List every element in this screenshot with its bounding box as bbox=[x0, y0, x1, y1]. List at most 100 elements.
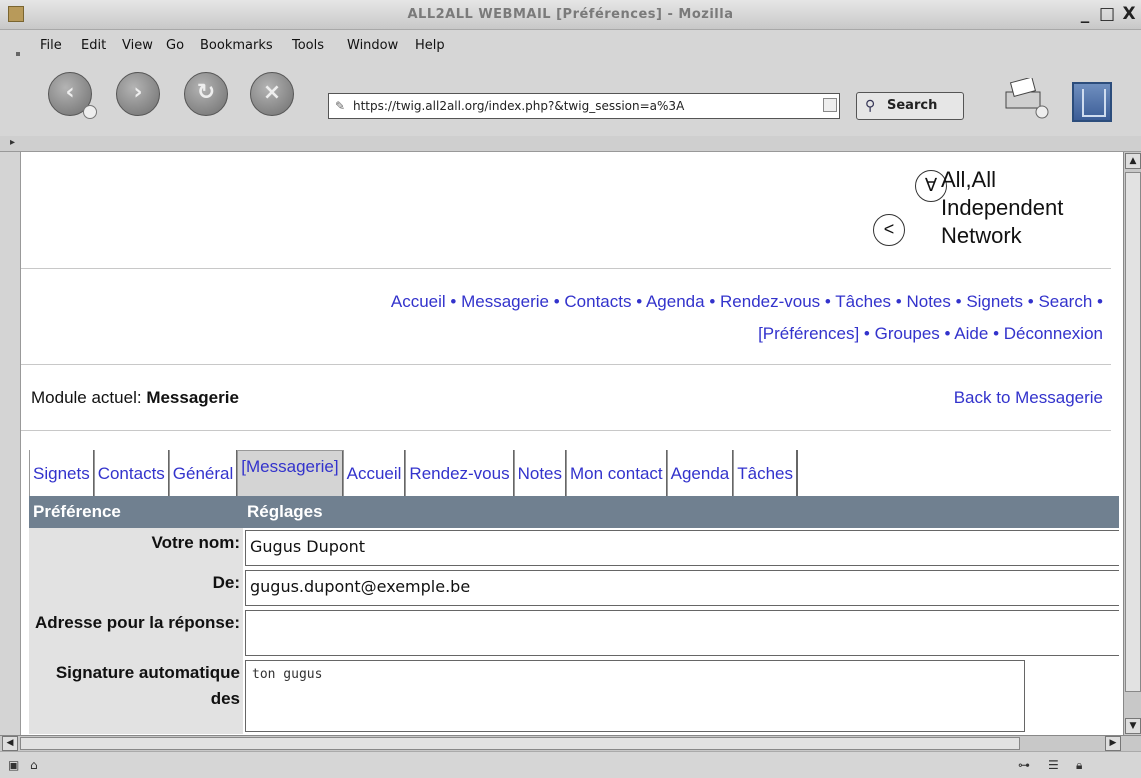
nav-link-search[interactable]: Search bbox=[1038, 292, 1092, 311]
nav-separator: • bbox=[1097, 292, 1103, 311]
nav-separator: • bbox=[450, 292, 457, 311]
window-titlebar: ALL2ALL WEBMAIL [Préférences] - Mozilla … bbox=[0, 0, 1141, 30]
secure-lock-icon[interactable]: 🔒︎ bbox=[1076, 758, 1082, 773]
menu-bookmarks[interactable]: Bookmarks bbox=[200, 38, 273, 53]
nav-link-groupes[interactable]: Groupes bbox=[875, 324, 940, 343]
page-content: ∀ < All,All Independent Network Accueil … bbox=[20, 152, 1123, 735]
back-dropdown-icon[interactable] bbox=[83, 105, 97, 119]
reload-icon[interactable]: ↻ bbox=[184, 72, 228, 116]
tab-signets[interactable]: Signets bbox=[29, 450, 95, 496]
back-arrow-icon[interactable]: ‹ bbox=[48, 72, 97, 119]
back-to-module-link[interactable]: Back to Messagerie bbox=[954, 388, 1103, 408]
vertical-scrollbar[interactable]: ▲ ▼ bbox=[1123, 152, 1141, 735]
horizontal-scrollbar[interactable]: ◀ ▶ bbox=[0, 735, 1141, 751]
nav-separator: • bbox=[824, 292, 831, 311]
page-icon[interactable]: ▣ bbox=[8, 758, 19, 772]
nav-separator: • bbox=[636, 292, 643, 311]
column-header-preference: Préférence bbox=[29, 496, 243, 528]
current-module-value: Messagerie bbox=[146, 388, 239, 407]
divider bbox=[21, 430, 1111, 431]
tab-messagerie[interactable]: [Messagerie] bbox=[237, 450, 344, 496]
nav-link-messagerie[interactable]: Messagerie bbox=[461, 292, 549, 311]
nav-separator: • bbox=[993, 324, 1000, 343]
nav-link-agenda[interactable]: Agenda bbox=[646, 292, 705, 311]
current-module-label: Module actuel: bbox=[31, 388, 142, 407]
name-field[interactable]: Gugus Dupont bbox=[245, 530, 1119, 566]
menu-edit[interactable]: Edit bbox=[81, 38, 106, 53]
logo-line-3: Network bbox=[941, 223, 1022, 248]
menubar-grip[interactable] bbox=[16, 52, 20, 56]
print-icon[interactable] bbox=[1002, 78, 1054, 120]
minimize-icon[interactable]: _ bbox=[1076, 4, 1094, 24]
tab-agenda[interactable]: Agenda bbox=[666, 450, 735, 496]
stop-icon[interactable]: × bbox=[250, 72, 294, 116]
nav-link-rendez-vous[interactable]: Rendez-vous bbox=[720, 292, 820, 311]
menu-file[interactable]: File bbox=[40, 38, 62, 53]
nav-separator: • bbox=[895, 292, 902, 311]
tab-mon-contact[interactable]: Mon contact bbox=[566, 450, 668, 496]
pref-label-name: Votre nom: bbox=[29, 528, 243, 568]
vertical-scroll-thumb[interactable] bbox=[1125, 172, 1141, 692]
maximize-icon[interactable]: □ bbox=[1098, 4, 1116, 24]
url-input[interactable]: ✎ https://twig.all2all.org/index.php?&tw… bbox=[328, 93, 840, 119]
column-header-settings: Réglages bbox=[243, 496, 1119, 528]
nav-separator: • bbox=[709, 292, 716, 311]
mozilla-throbber-icon[interactable] bbox=[1072, 82, 1112, 122]
menu-help[interactable]: Help bbox=[415, 38, 445, 53]
pref-label-reply-to: Adresse pour la réponse: bbox=[29, 608, 243, 658]
logo-line-2: Independent bbox=[941, 195, 1064, 220]
url-dropdown-icon[interactable] bbox=[823, 98, 837, 112]
menu-tools[interactable]: Tools bbox=[292, 38, 324, 53]
nav-link-contacts[interactable]: Contacts bbox=[564, 292, 631, 311]
all2all-logo: ∀ < All,All Independent Network bbox=[871, 164, 1111, 254]
tab-contacts[interactable]: Contacts bbox=[93, 450, 170, 496]
menu-window[interactable]: Window bbox=[347, 38, 398, 53]
magnifier-icon: ⚲ bbox=[865, 98, 876, 114]
from-email-field[interactable]: gugus.dupont@exemple.be bbox=[245, 570, 1119, 606]
reply-to-field[interactable] bbox=[245, 610, 1119, 656]
close-icon[interactable]: X bbox=[1120, 4, 1138, 24]
scroll-right-icon[interactable]: ▶ bbox=[1105, 736, 1121, 751]
signature-textarea[interactable]: ton gugus bbox=[245, 660, 1025, 732]
main-nav-row-2: [Préférences] • Groupes • Aide • Déconne… bbox=[21, 318, 1103, 350]
menu-go[interactable]: Go bbox=[166, 38, 184, 53]
nav-link-aide[interactable]: Aide bbox=[954, 324, 988, 343]
tab-accueil[interactable]: Accueil bbox=[342, 450, 407, 496]
nav-link-signets[interactable]: Signets bbox=[966, 292, 1023, 311]
nav-separator: • bbox=[944, 324, 951, 343]
nav-link-deconnexion[interactable]: Déconnexion bbox=[1004, 324, 1103, 343]
scroll-down-icon[interactable]: ▼ bbox=[1125, 718, 1141, 734]
tab-general[interactable]: Général bbox=[168, 450, 239, 496]
tab-rendez-vous[interactable]: Rendez-vous bbox=[405, 450, 515, 496]
online-status-icon: ⊶ bbox=[1018, 758, 1030, 772]
table-row: Adresse pour la réponse: bbox=[29, 608, 1119, 658]
search-button[interactable]: ⚲ Search bbox=[856, 92, 964, 120]
table-header-row: Préférence Réglages bbox=[29, 496, 1119, 528]
logo-arrow-icon: < bbox=[873, 214, 905, 246]
tab-notes[interactable]: Notes bbox=[513, 450, 568, 496]
tab-expand-icon[interactable]: ▸ bbox=[10, 137, 15, 148]
popup-blocked-icon[interactable]: ☰ bbox=[1048, 758, 1059, 772]
nav-link-taches[interactable]: Tâches bbox=[835, 292, 891, 311]
status-bar: ▣ ⌂ ⊶ ☰ 🔒︎ bbox=[0, 751, 1141, 778]
horizontal-scroll-thumb[interactable] bbox=[20, 737, 1020, 750]
nav-link-accueil[interactable]: Accueil bbox=[391, 292, 446, 311]
nav-link-preferences[interactable]: [Préférences] bbox=[758, 324, 859, 343]
nav-link-notes[interactable]: Notes bbox=[906, 292, 950, 311]
tab-taches[interactable]: Tâches bbox=[733, 450, 798, 496]
preference-tabs: Signets Contacts Général [Messagerie] Accuei… bbox=[29, 450, 798, 496]
forward-arrow-icon[interactable]: › bbox=[116, 72, 160, 116]
url-lock-icon: ✎ bbox=[335, 99, 346, 113]
nav-separator: • bbox=[955, 292, 962, 311]
pref-label-from: De: bbox=[29, 568, 243, 608]
component-bar-icon[interactable]: ⌂ bbox=[30, 758, 38, 772]
tab-strip: ▸ bbox=[0, 136, 1141, 152]
preferences-table: Préférence Réglages Votre nom: Gugus Dup… bbox=[29, 496, 1119, 734]
table-row: Signature automatique des ton gugus bbox=[29, 658, 1119, 734]
scroll-left-icon[interactable]: ◀ bbox=[2, 736, 18, 751]
scroll-up-icon[interactable]: ▲ bbox=[1125, 153, 1141, 169]
nav-separator: • bbox=[863, 324, 870, 343]
url-text: https://twig.all2all.org/index.php?&twig… bbox=[353, 99, 685, 113]
divider bbox=[21, 268, 1111, 269]
menu-view[interactable]: View bbox=[122, 38, 153, 53]
